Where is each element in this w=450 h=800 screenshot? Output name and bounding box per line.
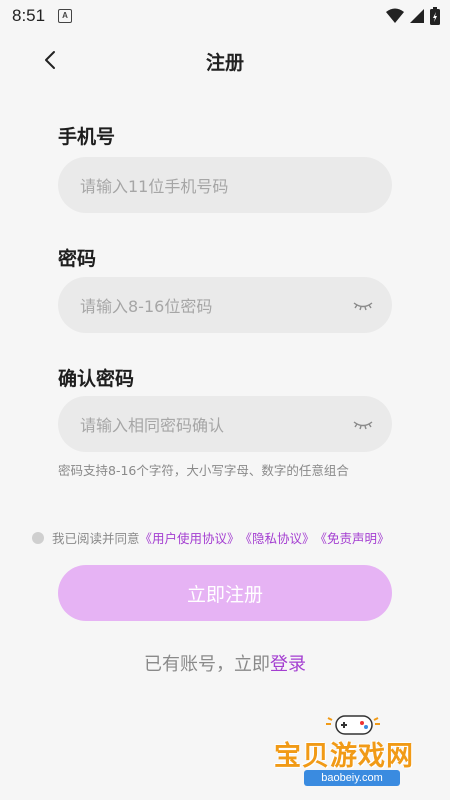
- page-title: 注册: [205, 52, 244, 74]
- disclaimer-link[interactable]: 《免责声明》: [315, 528, 390, 547]
- status-bar: 8:51 A: [0, 0, 450, 32]
- signal-icon: [410, 9, 424, 23]
- agreement-radio[interactable]: [32, 531, 44, 544]
- phone-label: 手机号: [58, 126, 116, 148]
- password-hint: 密码支持8-16个字符，大小写字母、数字的任意组合: [58, 463, 349, 478]
- phone-field[interactable]: [58, 157, 392, 215]
- eye-closed-icon[interactable]: [352, 295, 374, 315]
- watermark: 宝贝游戏网 baobeiy.com: [270, 708, 450, 798]
- login-link[interactable]: 登录: [270, 654, 306, 675]
- watermark-title: 宝贝游戏网: [274, 741, 414, 772]
- notification-icon: A: [58, 9, 72, 23]
- agreement-row: 我已阅读并同意 《用户使用协议》 《隐私协议》 《免责声明》: [32, 528, 390, 547]
- nav-bar: 注册: [0, 38, 450, 82]
- status-icons: [386, 7, 440, 25]
- phone-input[interactable]: [78, 157, 342, 215]
- privacy-link[interactable]: 《隐私协议》: [240, 528, 315, 547]
- confirm-password-label: 确认密码: [58, 368, 135, 390]
- wifi-icon: [386, 8, 404, 23]
- eye-closed-icon[interactable]: [352, 414, 374, 434]
- user-agreement-link[interactable]: 《用户使用协议》: [140, 528, 240, 547]
- password-input[interactable]: [78, 277, 342, 335]
- password-label: 密码: [58, 248, 97, 270]
- status-time: 8:51: [12, 6, 46, 25]
- confirm-password-field[interactable]: [58, 396, 392, 454]
- login-prompt: 已有账号，立即: [144, 654, 270, 675]
- confirm-password-input[interactable]: [78, 396, 342, 454]
- login-row: 已有账号，立即登录: [0, 650, 450, 676]
- register-button[interactable]: 立即注册: [58, 565, 392, 621]
- watermark-url: baobeiy.com: [304, 770, 400, 786]
- agreement-prefix: 我已阅读并同意: [52, 531, 140, 546]
- password-field[interactable]: [58, 277, 392, 335]
- battery-icon: [430, 7, 440, 25]
